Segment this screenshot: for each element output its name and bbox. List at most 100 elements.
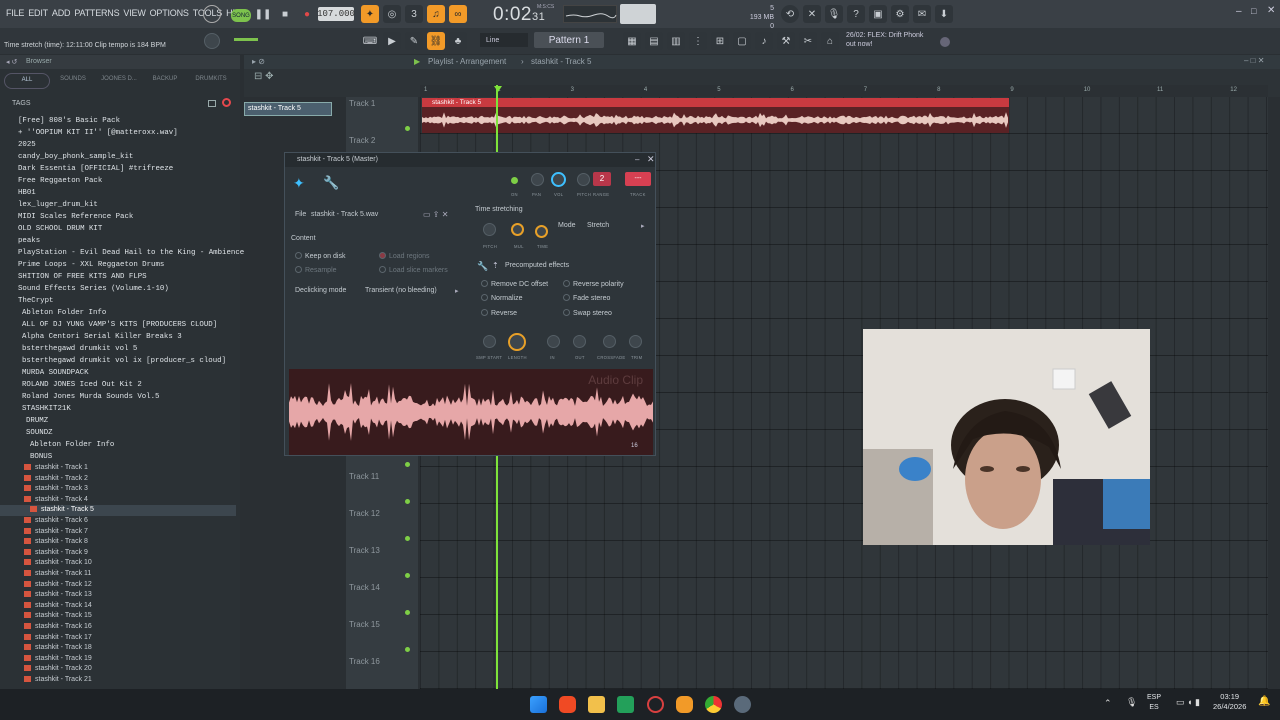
browser-audio-file[interactable]: stashkit - Track 16 xyxy=(0,622,236,633)
playhead-marker-icon[interactable] xyxy=(494,86,502,92)
file-name[interactable]: stashkit - Track 5.wav xyxy=(311,211,378,218)
swap-stereo-option[interactable]: Swap stereo xyxy=(563,309,612,317)
browser-tab-4[interactable]: DRUMKITS xyxy=(188,73,234,89)
browser-folder[interactable]: + ''OOPIUM KIT II'' [@matteroxx.wav] xyxy=(0,127,236,139)
selected-channel[interactable]: stashkit - Track 5 xyxy=(244,102,332,116)
browser-folder[interactable]: peaks xyxy=(0,235,236,247)
resample-option[interactable]: Resample xyxy=(295,266,337,274)
notifications-icon[interactable]: 🔔 xyxy=(1258,696,1270,707)
app-circle-icon[interactable] xyxy=(647,696,664,713)
browser-audio-file[interactable]: stashkit - Track 14 xyxy=(0,601,236,612)
browser-folder[interactable]: Prime Loops - XXL Reggaeton Drums xyxy=(0,259,236,271)
browser-audio-file[interactable]: stashkit - Track 4 xyxy=(0,495,236,506)
playlist-menu-icon[interactable]: ▸ ⊘ xyxy=(252,57,265,66)
help-icon[interactable]: ? xyxy=(847,5,865,23)
browser-folder[interactable]: Roland Jones Murda Sounds Vol.5 xyxy=(0,391,236,403)
touch-keyboard-icon[interactable]: ♪ xyxy=(755,32,773,50)
minimize-icon[interactable]: – xyxy=(1236,6,1242,17)
blend-notes-icon[interactable]: ♫ xyxy=(427,5,445,23)
browser-arrows-icon[interactable]: ◂ ↺ xyxy=(6,58,17,66)
browser-tab-0[interactable]: ALL xyxy=(4,73,50,89)
mode-arrow-icon[interactable]: ▸ xyxy=(641,222,645,230)
load-regions-option[interactable]: Load regions xyxy=(379,252,429,260)
chat-icon[interactable]: ✉ xyxy=(913,5,931,23)
length-knob[interactable] xyxy=(508,333,526,351)
track-mute-led[interactable] xyxy=(405,462,410,467)
language-indicator[interactable]: ESP ES xyxy=(1147,693,1161,713)
save-icon[interactable]: ▣ xyxy=(869,5,887,23)
browser-audio-file[interactable]: stashkit - Track 9 xyxy=(0,548,236,559)
menu-edit[interactable]: EDIT xyxy=(28,8,48,18)
load-slice-markers-option[interactable]: Load slice markers xyxy=(379,266,448,274)
mixer-track-value[interactable]: --- xyxy=(625,172,651,186)
browser-folder[interactable]: MIDI Scales Reference Pack xyxy=(0,211,236,223)
piano-roll-icon[interactable]: ▥ xyxy=(667,32,685,50)
master-volume-knob[interactable] xyxy=(204,33,220,49)
browser-folder[interactable]: Dark Essentia [OFFICIAL] #trifreeze xyxy=(0,163,236,175)
browser-audio-file[interactable]: stashkit - Track 3 xyxy=(0,484,236,495)
browser-audio-file[interactable]: stashkit - Track 2 xyxy=(0,474,236,485)
waveform-tab-icon[interactable]: ✦ xyxy=(293,175,305,192)
countdown-icon[interactable]: 3 xyxy=(405,5,423,23)
menu-view[interactable]: VIEW xyxy=(123,8,145,18)
browser-audio-file[interactable]: stashkit - Track 19 xyxy=(0,654,236,665)
tools-icon[interactable]: ⚒ xyxy=(777,32,795,50)
browser-folder[interactable]: STASHKIT21K xyxy=(0,403,236,415)
browser-folder[interactable]: TheCrypt xyxy=(0,295,236,307)
fade-stereo-option[interactable]: Fade stereo xyxy=(563,294,610,302)
browser-tab-3[interactable]: BACKUP xyxy=(142,73,188,89)
normalize-option[interactable]: Normalize xyxy=(481,294,523,302)
mode-select[interactable]: Stretch xyxy=(587,222,609,229)
project-icon[interactable]: ▢ xyxy=(733,32,751,50)
pattern-selector[interactable]: Pattern 1 xyxy=(534,32,604,48)
browser-audio-file[interactable]: stashkit - Track 18 xyxy=(0,643,236,654)
track-header[interactable]: Track 14 xyxy=(346,573,418,592)
file-open-icon[interactable]: ▭ ⇪ ✕ xyxy=(423,210,448,219)
browser-folder[interactable]: SHITION OF FREE KITS AND FLPS xyxy=(0,271,236,283)
record-mode-icon[interactable] xyxy=(203,5,221,23)
cut-icon[interactable]: ✂ xyxy=(799,32,817,50)
store-icon[interactable]: ⌂ xyxy=(821,32,839,50)
track-header[interactable]: Track 11 xyxy=(346,462,418,481)
clip-window-minimize-icon[interactable]: – xyxy=(635,155,639,164)
track-mute-led[interactable] xyxy=(405,610,410,615)
track-header[interactable]: Track 15 xyxy=(346,610,418,629)
sample-start-knob[interactable] xyxy=(483,335,496,348)
browser-folder[interactable]: SOUNDZ xyxy=(0,427,236,439)
menu-options[interactable]: OPTIONS xyxy=(150,8,189,18)
ts-time-knob[interactable] xyxy=(535,225,548,238)
browser-folder[interactable]: ALL OF DJ YUNG VAMP'S KITS [PRODUCERS CL… xyxy=(0,319,236,331)
browser-audio-file[interactable]: stashkit - Track 7 xyxy=(0,527,236,538)
browser-folder[interactable]: BONUS xyxy=(0,451,236,463)
reverse-polarity-option[interactable]: Reverse polarity xyxy=(563,280,624,288)
master-pitch-slider[interactable] xyxy=(234,38,258,41)
stamp-icon[interactable]: ♣ xyxy=(449,32,467,50)
track-header[interactable]: Track 16 xyxy=(346,647,418,666)
browser-audio-file[interactable]: stashkit - Track 6 xyxy=(0,516,236,527)
browser-folder[interactable]: 2025 xyxy=(0,139,236,151)
chrome-icon[interactable] xyxy=(705,696,722,713)
browser-folder[interactable]: ROLAND JONES Iced Out Kit 2 xyxy=(0,379,236,391)
menu-patterns[interactable]: PATTERNS xyxy=(74,8,119,18)
download-icon[interactable]: ⬇ xyxy=(935,5,953,23)
network-volume-icons[interactable]: ▭ ◖ ▮ xyxy=(1176,697,1200,708)
fl-studio-icon[interactable] xyxy=(676,696,693,713)
draw-tool-icon[interactable]: ✎ xyxy=(405,32,423,50)
close-icon[interactable]: ✕ xyxy=(1267,5,1275,16)
menu-file[interactable]: FILE xyxy=(6,8,24,18)
declicking-select[interactable]: Transient (no bleeding) xyxy=(365,287,437,294)
track-mute-led[interactable] xyxy=(405,647,410,652)
browser-toggle-icon[interactable]: ⋮ xyxy=(689,32,707,50)
track-mute-led[interactable] xyxy=(405,126,410,131)
undo-history-icon[interactable]: ⟲ xyxy=(781,5,799,23)
audio-clip[interactable] xyxy=(422,98,1009,133)
link-icon[interactable]: ⛓ xyxy=(427,32,445,50)
out-knob[interactable] xyxy=(573,335,586,348)
reverse-option[interactable]: Reverse xyxy=(481,309,517,317)
sample-waveform-view[interactable]: Audio Clip 16 xyxy=(289,369,653,455)
on-led[interactable] xyxy=(511,177,518,184)
folder-icon[interactable] xyxy=(208,100,216,107)
plugin-manager-icon[interactable]: ⚙ xyxy=(891,5,909,23)
metronome-icon[interactable]: ✦ xyxy=(361,5,379,23)
snap-icon[interactable]: ⌨ xyxy=(361,32,379,50)
